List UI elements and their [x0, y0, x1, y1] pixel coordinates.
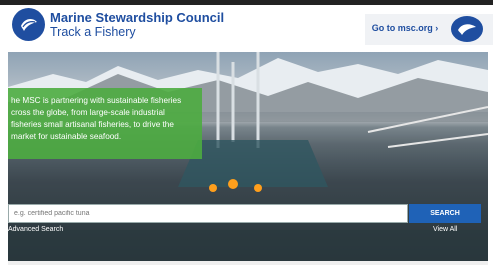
hero-banner: he MSC is partnering with sustainable fi… — [8, 52, 488, 261]
go-to-msc-link[interactable]: Go to msc.org › — [364, 14, 446, 42]
view-all-link[interactable]: View All — [433, 226, 457, 233]
footer-edge — [8, 261, 488, 265]
mission-text: he MSC is partnering with sustainable fi… — [11, 96, 182, 141]
search-input[interactable] — [8, 204, 408, 223]
search-button[interactable]: SEARCH — [409, 204, 481, 223]
advanced-search-link[interactable]: Advanced Search — [8, 226, 63, 233]
brand-title: Marine Stewardship Council — [50, 10, 225, 25]
app-frame: Marine Stewardship Council Track a Fishe… — [0, 0, 493, 265]
search-row: SEARCH — [8, 204, 488, 224]
site-header: Marine Stewardship Council Track a Fishe… — [8, 7, 493, 52]
fish-logo-icon[interactable] — [12, 8, 45, 41]
brand-subtitle: Track a Fishery — [50, 25, 136, 39]
brand: Marine Stewardship Council Track a Fishe… — [50, 10, 224, 40]
mission-banner: he MSC is partnering with sustainable fi… — [8, 88, 202, 159]
msc-ecolabel-icon — [451, 16, 483, 42]
top-border — [0, 0, 493, 5]
